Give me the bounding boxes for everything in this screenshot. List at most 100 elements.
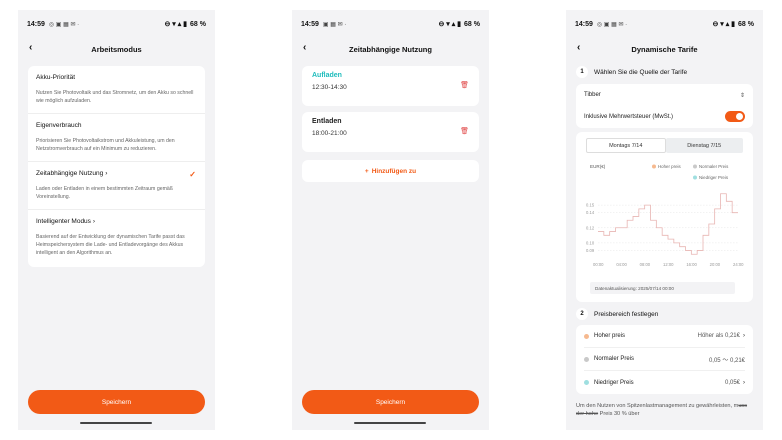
- schedule-card-aufladen[interactable]: Aufladen 12:30-14:30 🗑: [302, 66, 479, 106]
- section-title: Wählen Sie die Quelle der Tarife: [594, 68, 688, 76]
- mode-title-text: Zeitabhängige Nutzung: [36, 170, 104, 177]
- schedule-title: Entladen: [312, 118, 342, 125]
- page-title: Arbeitsmodus: [91, 44, 142, 54]
- status-bar: 14:59 ◎ ▣ ▦ ✉ · ⊖ ▾ ▴ ▮ 68 %: [18, 10, 215, 38]
- mode-description: Priorisieren Sie Photovoltaikstrom und A…: [36, 138, 175, 152]
- add-schedule-button[interactable]: + Hinzufügen zu: [302, 160, 479, 182]
- vat-label: Inklusive Mehrwertsteuer (MwSt.): [584, 114, 674, 120]
- mode-title: Intelligenter Modus ›: [36, 218, 197, 225]
- step-number: 1: [576, 66, 588, 78]
- x-tick-label: 12:00: [663, 262, 674, 267]
- trash-icon[interactable]: 🗑: [460, 127, 469, 135]
- price-chart-card: Montags 7/14 Dienstag 7/15 EUR(€) Hoher p…: [576, 132, 753, 302]
- vat-toggle[interactable]: [725, 110, 745, 122]
- mode-eigenverbrauch[interactable]: Eigenverbrauch Priorisieren Sie Photovol…: [28, 114, 205, 162]
- legend-swatch: [693, 164, 697, 169]
- footer-text-b: Preis 30 % über: [598, 411, 640, 417]
- phone-screen-dynamische-tarife: 14:59 ◎ ▣ ▦ ✉ · ⊖ ▾ ▴ ▮ 68 % ‹ Dynamisch…: [566, 10, 763, 430]
- price-range-card: Hoher preis Höher als 0,21€ › Normaler P…: [576, 325, 753, 394]
- mode-description: Laden oder Entladen in einem bestimmten …: [36, 186, 173, 200]
- vat-toggle-wrapper: [725, 110, 745, 124]
- provider-select[interactable]: Tibber ⇕: [584, 84, 745, 106]
- mode-zeitabhaengige-nutzung[interactable]: Zeitabhängige Nutzung › ✓ Laden oder Ent…: [28, 162, 205, 210]
- step-number: 2: [576, 308, 588, 320]
- home-indicator: [80, 422, 152, 424]
- status-time: 14:59: [575, 20, 593, 28]
- update-timestamp: Datenaktualisierung: 2025/07/14 00:00: [590, 282, 735, 294]
- mode-title: Akku-Priorität: [36, 74, 76, 81]
- y-tick-label: 0.12: [586, 225, 595, 230]
- home-indicator: [354, 422, 426, 424]
- tab-monday[interactable]: Montags 7/14: [586, 138, 666, 153]
- footer-text-a: Um den Nutzen von Spitzenlastmanagement …: [576, 403, 739, 409]
- chevron-right-icon: ›: [743, 379, 745, 386]
- status-bar: 14:59 ▣ ▦ ✉ · ⊖ ▾ ▴ ▮ 68 %: [292, 10, 489, 38]
- tab-tuesday[interactable]: Dienstag 7/15: [665, 138, 743, 153]
- price-name: Hoher preis: [594, 333, 626, 339]
- schedule-card-entladen[interactable]: Entladen 18:00-21:00 🗑: [302, 112, 479, 152]
- phone-screen-zeitabhaengige-nutzung: 14:59 ▣ ▦ ✉ · ⊖ ▾ ▴ ▮ 68 % ‹ Zeitabhängi…: [292, 10, 489, 430]
- status-time: 14:59: [27, 20, 45, 28]
- chevron-right-icon: ›: [743, 333, 745, 339]
- battery-percent: 68 %: [190, 20, 206, 28]
- add-label: Hinzufügen zu: [371, 167, 417, 175]
- x-tick-label: 00:00: [593, 262, 604, 267]
- mode-description: Basierend auf der Entwicklung der dynami…: [36, 234, 185, 256]
- day-tabs: Montags 7/14 Dienstag 7/15: [586, 138, 743, 153]
- mode-intelligenter-modus[interactable]: Intelligenter Modus › Basierend auf der …: [28, 210, 205, 265]
- provider-value: Tibber: [584, 92, 601, 98]
- schedule-time: 12:30-14:30: [312, 84, 347, 91]
- battery-percent: 68 %: [738, 20, 754, 28]
- y-tick-label: 0.14: [586, 210, 595, 215]
- mode-list: Akku-Priorität Nutzen Sie Photovoltaik u…: [28, 66, 205, 267]
- back-arrow-icon[interactable]: ‹: [577, 42, 580, 53]
- schedule-time: 18:00-21:00: [312, 130, 347, 137]
- notification-icons: ◎ ▣ ▦ ✉ ·: [596, 21, 628, 28]
- normal-dot-icon: [584, 356, 589, 362]
- save-button[interactable]: Speichern: [28, 390, 205, 414]
- price-value: Höher als 0,21€: [697, 333, 740, 339]
- price-row-high[interactable]: Hoher preis Höher als 0,21€ ›: [584, 325, 745, 348]
- legend-swatch: [693, 175, 697, 180]
- low-dot-icon: [584, 380, 589, 385]
- footer-note: Um den Nutzen von Spitzenlastmanagement …: [576, 402, 753, 418]
- price-name: Niedriger Preis: [594, 379, 634, 386]
- status-time: 14:59: [301, 20, 319, 28]
- y-tick-label: 0.10: [586, 240, 595, 245]
- system-icons: ⊖ ▾ ▴ ▮ 68 %: [712, 20, 754, 29]
- save-button[interactable]: Speichern: [302, 390, 479, 414]
- battery-percent: 68 %: [464, 20, 480, 28]
- checkmark-icon: ✓: [189, 170, 196, 179]
- mode-akku-prioritaet[interactable]: Akku-Priorität Nutzen Sie Photovoltaik u…: [28, 66, 205, 114]
- notification-icons: ▣ ▦ ✉ ·: [322, 21, 347, 28]
- y-tick-label: 0.15: [586, 203, 595, 208]
- legend-swatch: [652, 164, 656, 169]
- price-row-low[interactable]: Niedriger Preis 0,05€ ›: [584, 371, 745, 394]
- price-name: Normaler Preis: [594, 356, 635, 362]
- section-price-header: 2 Preisbereich festlegen: [566, 302, 763, 320]
- page-title: Zeitabhängige Nutzung: [349, 44, 432, 54]
- chevron-right-icon: ›: [105, 170, 108, 177]
- x-tick-label: 04:00: [616, 262, 627, 267]
- price-value: 0,05€: [724, 379, 740, 386]
- legend-label: Normaler Preis: [699, 164, 729, 169]
- x-tick-label: 16:00: [686, 262, 697, 267]
- x-tick-label: 20:00: [710, 262, 721, 267]
- trash-icon[interactable]: 🗑: [460, 81, 469, 89]
- mode-title-text: Intelligenter Modus: [36, 218, 91, 225]
- status-bar: 14:59 ◎ ▣ ▦ ✉ · ⊖ ▾ ▴ ▮ 68 %: [566, 10, 763, 38]
- x-tick-label: 08:00: [640, 262, 651, 267]
- y-axis-label: EUR(€): [590, 164, 606, 169]
- app-header: ‹ Zeitabhängige Nutzung: [292, 38, 489, 60]
- plus-icon: +: [364, 167, 369, 175]
- tariff-source-card: Tibber ⇕ Inklusive Mehrwertsteuer (MwSt.…: [576, 84, 753, 128]
- mode-title: Zeitabhängige Nutzung ›: [36, 170, 197, 177]
- price-series-line: [598, 193, 738, 255]
- back-arrow-icon[interactable]: ‹: [303, 42, 306, 53]
- x-tick-label: 24:00: [733, 262, 744, 267]
- back-arrow-icon[interactable]: ‹: [29, 42, 32, 53]
- select-arrows-icon: ⇕: [739, 92, 745, 99]
- section-source-header: 1 Wählen Sie die Quelle der Tarife: [566, 60, 763, 78]
- vat-row: Inklusive Mehrwertsteuer (MwSt.): [584, 106, 745, 128]
- phone-screen-arbeitsmodus: 14:59 ◎ ▣ ▦ ✉ · ⊖ ▾ ▴ ▮ 68 % ‹ Arbeitsmo…: [18, 10, 215, 430]
